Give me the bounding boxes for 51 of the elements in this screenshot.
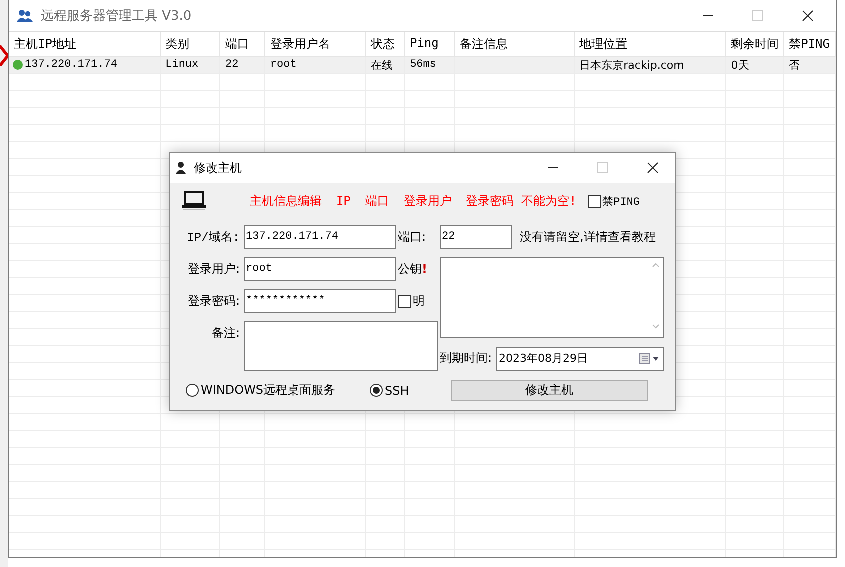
- ip-input[interactable]: 137.220.171.74: [244, 225, 396, 249]
- table-cell: 0天: [731, 58, 750, 72]
- table-cell: 日本东京rackip.com: [580, 58, 684, 72]
- required-mark: !: [422, 262, 428, 276]
- user-input[interactable]: root: [244, 257, 396, 281]
- column-header[interactable]: 类别: [160, 32, 220, 56]
- table-cell: 137.220.171.74: [25, 59, 118, 71]
- table-cell: 在线: [371, 58, 394, 72]
- hint-text: 没有请留空,详情查看教程: [520, 228, 656, 246]
- column-header[interactable]: 登录用户名: [265, 32, 366, 56]
- remark-label: 备注:: [210, 325, 241, 342]
- no-ping-checkbox[interactable]: 禁PING: [588, 194, 640, 208]
- port-input[interactable]: 22: [440, 225, 512, 249]
- close-icon[interactable]: [647, 162, 659, 174]
- table-cell: root: [270, 59, 297, 71]
- key-label: 公钥: [398, 262, 422, 276]
- password-input[interactable]: ************: [244, 289, 396, 313]
- column-header[interactable]: Ping: [404, 32, 455, 56]
- table-cell: 22: [225, 59, 239, 71]
- warning-text: 主机信息编辑 IP 端口 登录用户 登录密码 不能为空!: [250, 192, 577, 210]
- user-icon: [176, 162, 186, 174]
- mode-radio[interactable]: WINDOWS远程桌面服务: [186, 382, 370, 399]
- column-header[interactable]: 剩余时间: [726, 32, 784, 56]
- column-header[interactable]: 地理位置: [574, 32, 726, 56]
- laptop-icon: [182, 191, 206, 211]
- table-cell: 56ms: [410, 59, 436, 71]
- mode-radio[interactable]: SSH: [370, 384, 410, 398]
- user-label: 登录用户:: [186, 260, 241, 278]
- show-password-checkbox[interactable]: 明: [398, 289, 438, 313]
- column-header[interactable]: 禁PING: [784, 32, 836, 56]
- table-cell: 否: [789, 58, 800, 72]
- table-cell: Linux: [166, 59, 199, 71]
- column-header[interactable]: 端口: [220, 32, 266, 56]
- calendar-dropdown-icon[interactable]: [639, 352, 661, 364]
- table-row[interactable]: 137.220.171.74 Linux 22 root 在线 56ms 日本东京rackip.com 0天 否: [9, 57, 836, 74]
- column-header[interactable]: 状态: [366, 32, 405, 56]
- column-header[interactable]: 备注信息: [454, 32, 575, 56]
- date-picker[interactable]: 2023年08月29日: [496, 346, 664, 370]
- window-title: 远程服务器管理工具 V3.0: [41, 8, 192, 24]
- scrollbar-icon: [651, 261, 661, 331]
- remark-textarea[interactable]: [244, 321, 438, 371]
- dialog-title: 修改主机: [194, 160, 242, 176]
- modify-host-button[interactable]: 修改主机: [451, 380, 648, 401]
- close-icon[interactable]: [802, 10, 814, 22]
- expiry-label: 到期时间:: [440, 350, 492, 367]
- ip-label: IP/域名:: [186, 230, 241, 246]
- password-label: 登录密码:: [186, 292, 241, 310]
- port-label: 端口:: [398, 228, 428, 246]
- users-icon: [17, 8, 33, 22]
- column-header[interactable]: 主机IP地址: [9, 32, 161, 56]
- key-textarea[interactable]: [440, 257, 664, 338]
